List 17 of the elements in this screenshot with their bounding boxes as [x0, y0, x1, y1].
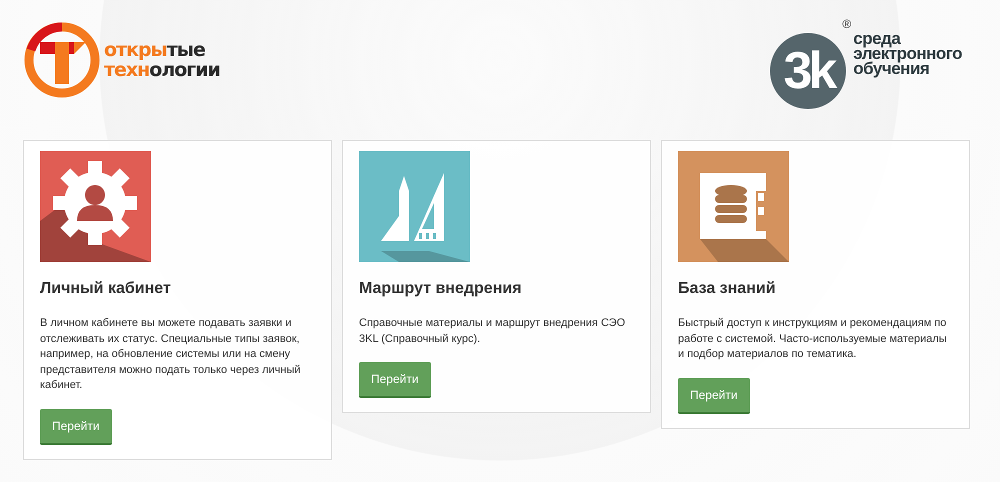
go-button[interactable]: Перейти — [40, 408, 112, 444]
logo-mark: 3k — [770, 33, 846, 109]
logo-text: среда — [853, 31, 902, 46]
card-description: Справочные материалы и маршрут внедрения СЭО 3KL (Справочный курс). — [359, 316, 626, 346]
logo-text: обучения — [853, 61, 930, 76]
go-button[interactable]: Перейти — [359, 362, 431, 398]
logo-ring-icon — [22, 20, 102, 100]
logo-text: открытые — [104, 40, 206, 60]
card-description: В личном кабинете вы можете подавать заявки и отслеживать их статус. Специальные типы заявок, например, на обновление системы или на смену представителя можно подать только через личный кабинет. — [40, 316, 302, 393]
registered-sign: ® — [842, 17, 852, 31]
card-title: База знаний — [678, 280, 777, 298]
logo-text: технологии — [104, 60, 220, 80]
card-title: Личный кабинет — [40, 280, 172, 298]
go-button[interactable]: Перейти — [678, 378, 750, 414]
card-description: Быстрый доступ к инструкциям и рекомендациям по работе с системой. Часто-используемые материалы и подбор материалов по тематика. — [678, 316, 948, 362]
logo-text: электронного — [853, 46, 962, 61]
card-title: Маршрут внедрения — [359, 280, 523, 298]
